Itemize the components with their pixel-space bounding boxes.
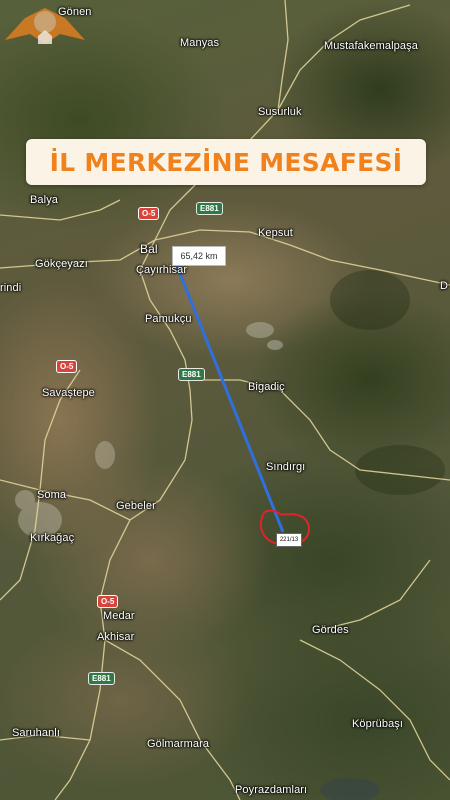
place-pamukcu: Pamukçu — [145, 313, 192, 325]
place-irindi: rindi — [0, 282, 22, 294]
road-shield-e881: E881 — [88, 672, 115, 685]
place-golmarmara: Gölmarmara — [147, 738, 210, 750]
place-balya: Balya — [30, 194, 59, 206]
place-kepsut: Kepsut — [258, 227, 293, 239]
parcel-tag: 221/13 — [276, 533, 302, 547]
distance-line — [171, 255, 285, 533]
road-shield-e881: E881 — [196, 202, 223, 215]
place-mustafakemalpasa: Mustafakemalpaşa — [324, 40, 418, 52]
map-overlay — [0, 0, 450, 800]
road-network — [0, 0, 450, 800]
title-banner: İL MERKEZİNE MESAFESİ — [26, 139, 426, 185]
distance-label: 65,42 km — [172, 246, 226, 266]
place-gordes: Gördes — [312, 624, 349, 636]
place-manyas: Manyas — [180, 37, 220, 49]
watermark-logo — [5, 8, 85, 44]
place-kirkagac: Kırkağaç — [30, 532, 75, 544]
place-soma: Soma — [37, 489, 67, 501]
road-shield-o5: O-5 — [56, 360, 78, 373]
place-medar: Medar — [103, 610, 135, 622]
place-savastepe: Savaştepe — [42, 387, 95, 399]
place-gebeler: Gebeler — [116, 500, 156, 512]
place-susurluk: Susurluk — [258, 106, 302, 118]
road-shield-o5: O-5 — [97, 595, 119, 608]
satellite-map[interactable]: Gönen Manyas Mustafakemalpaşa Susurluk B… — [0, 0, 450, 800]
road-shield-o5: O-5 — [138, 207, 160, 220]
place-akhisar: Akhisar — [97, 631, 135, 643]
place-gokceyazi: Gökçeyazı — [35, 258, 88, 270]
place-bigadic: Bigadiç — [248, 381, 285, 393]
place-sindirgi: Sındırgı — [266, 461, 306, 473]
place-balikesir: Bal — [140, 242, 158, 256]
banner-title: İL MERKEZİNE MESAFESİ — [49, 147, 403, 177]
road-shield-e881: E881 — [178, 368, 205, 381]
place-poyrazdamlari: Poyrazdamları — [235, 784, 308, 796]
place-koprubasi: Köprübaşı — [352, 718, 404, 730]
place-saruhanli: Saruhanlı — [12, 727, 60, 739]
place-dursunbey: D — [440, 280, 449, 292]
